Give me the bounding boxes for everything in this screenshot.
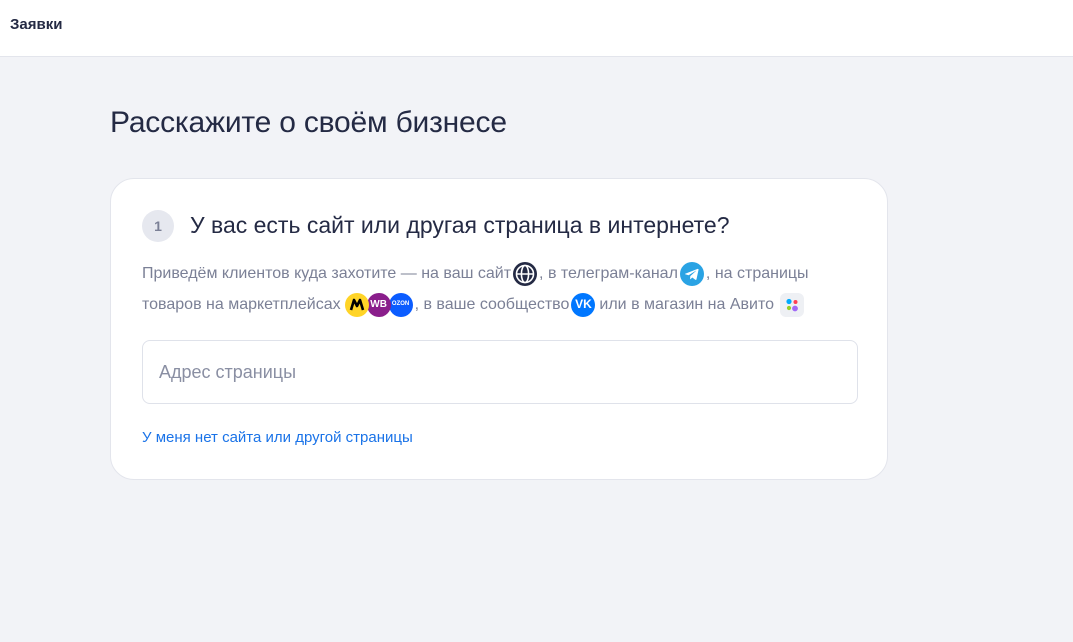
top-bar: Заявки <box>0 0 1073 57</box>
wildberries-icon: WB <box>366 292 391 317</box>
step-question: У вас есть сайт или другая страница в ин… <box>190 212 730 238</box>
description-text: , в телеграм-канал <box>539 265 678 282</box>
description-text: или в магазин на Авито <box>599 296 774 313</box>
step-number-badge: 1 <box>142 210 174 242</box>
description-text: , на страницы <box>705 265 809 282</box>
description-text: товаров на маркетплейсах <box>142 296 341 313</box>
page-address-input[interactable] <box>143 341 857 403</box>
page-title: Расскажите о своём бизнесе <box>110 106 507 139</box>
app-title[interactable]: Заявки <box>10 16 62 33</box>
description-text: Приведём клиентов куда захотите — на ваш… <box>142 265 512 282</box>
telegram-icon <box>679 261 704 286</box>
website-step-card: 1 У вас есть сайт или другая страница в … <box>110 178 888 480</box>
description-line-2: товаров на маркетплейсах WB OZON , в ваш… <box>142 289 842 320</box>
avito-icon <box>780 292 804 317</box>
yandex-market-icon <box>344 292 369 317</box>
marketplace-icons: WB OZON <box>343 292 415 317</box>
page-address-field[interactable] <box>142 340 858 404</box>
description-line-1: Приведём клиентов куда захотите — на ваш… <box>142 258 842 289</box>
no-website-link[interactable]: У меня нет сайта или другой страницы <box>142 429 413 446</box>
ozon-icon: OZON <box>388 292 413 317</box>
globe-icon <box>513 261 538 286</box>
vk-icon: VK <box>571 292 596 317</box>
description-text: , в ваше сообщество <box>414 296 570 313</box>
step-description: Приведём клиентов куда захотите — на ваш… <box>142 258 842 320</box>
